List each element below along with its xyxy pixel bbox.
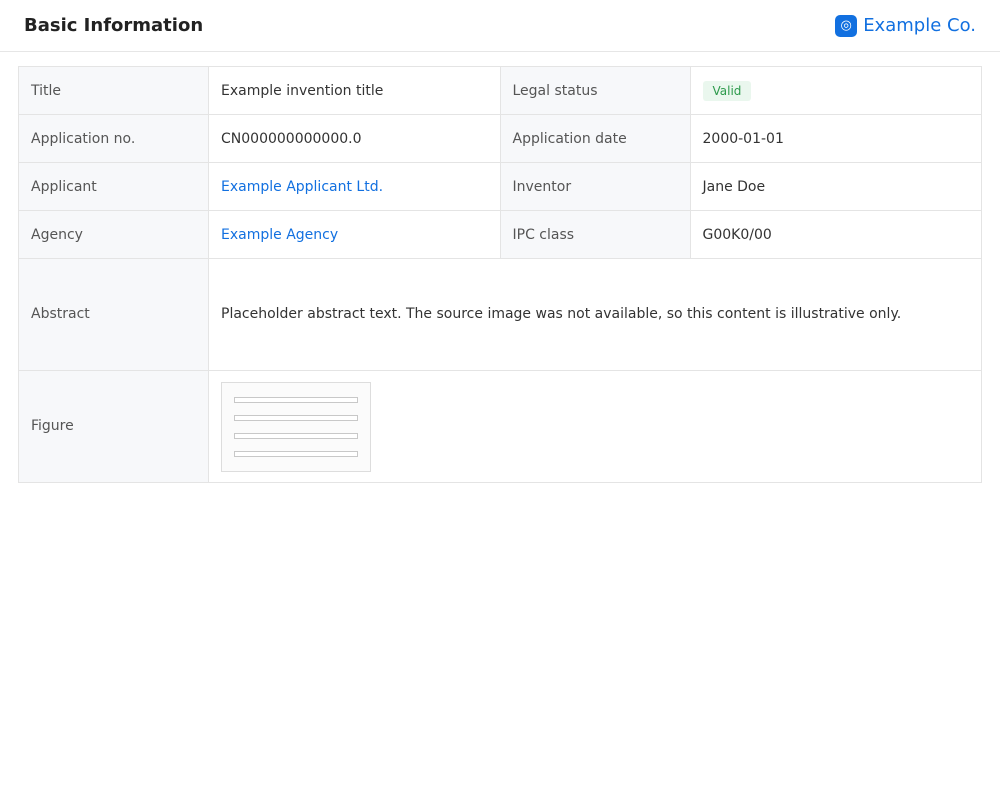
- table-row: Applicant Example Applicant Ltd. Invento…: [18, 162, 982, 211]
- row-label: Application no.: [18, 114, 209, 163]
- brand-logo-icon: ◎: [835, 14, 858, 37]
- applicant-link[interactable]: Example Applicant Ltd.: [208, 162, 501, 211]
- page-title: Basic Information: [24, 15, 204, 36]
- figure-cell: [208, 370, 982, 483]
- figure-thumbnail[interactable]: [221, 381, 371, 472]
- row-value: G00K0/00: [689, 210, 982, 259]
- figure-step: [234, 396, 358, 403]
- figure-label: Figure: [18, 370, 209, 483]
- row-value: 2000-01-01: [689, 114, 982, 163]
- figure-step: [234, 432, 358, 439]
- table-row: Title Example invention title Legal stat…: [18, 66, 982, 115]
- row-value: CN000000000000.0: [208, 114, 501, 163]
- row-label: Agency: [18, 210, 209, 259]
- figure-row: Figure: [18, 370, 982, 483]
- status-badge: Valid: [702, 80, 752, 101]
- row-value: Example invention title: [208, 66, 501, 115]
- row-label: Legal status: [499, 66, 691, 115]
- abstract-row: Abstract Placeholder abstract text. The …: [18, 258, 982, 371]
- brand-name: Example Co.: [863, 15, 976, 36]
- figure-step: [234, 414, 358, 421]
- brand[interactable]: ◎ Example Co.: [835, 14, 976, 37]
- table-row: Agency Example Agency IPC class G00K0/00: [18, 210, 982, 259]
- info-table: Title Example invention title Legal stat…: [18, 66, 982, 483]
- header: Basic Information ◎ Example Co.: [0, 0, 1000, 52]
- row-label: Inventor: [499, 162, 691, 211]
- status-cell: Valid: [689, 66, 982, 115]
- row-label: Applicant: [18, 162, 209, 211]
- row-value: Jane Doe: [689, 162, 982, 211]
- abstract-label: Abstract: [18, 258, 209, 371]
- agency-link[interactable]: Example Agency: [208, 210, 501, 259]
- patent-info-page: Basic Information ◎ Example Co. Title Ex…: [0, 0, 1000, 785]
- table-row: Application no. CN000000000000.0 Applica…: [18, 114, 982, 163]
- abstract-text: Placeholder abstract text. The source im…: [208, 258, 982, 371]
- row-label: Application date: [499, 114, 691, 163]
- row-label: IPC class: [499, 210, 691, 259]
- row-label: Title: [18, 66, 209, 115]
- figure-step: [234, 450, 358, 457]
